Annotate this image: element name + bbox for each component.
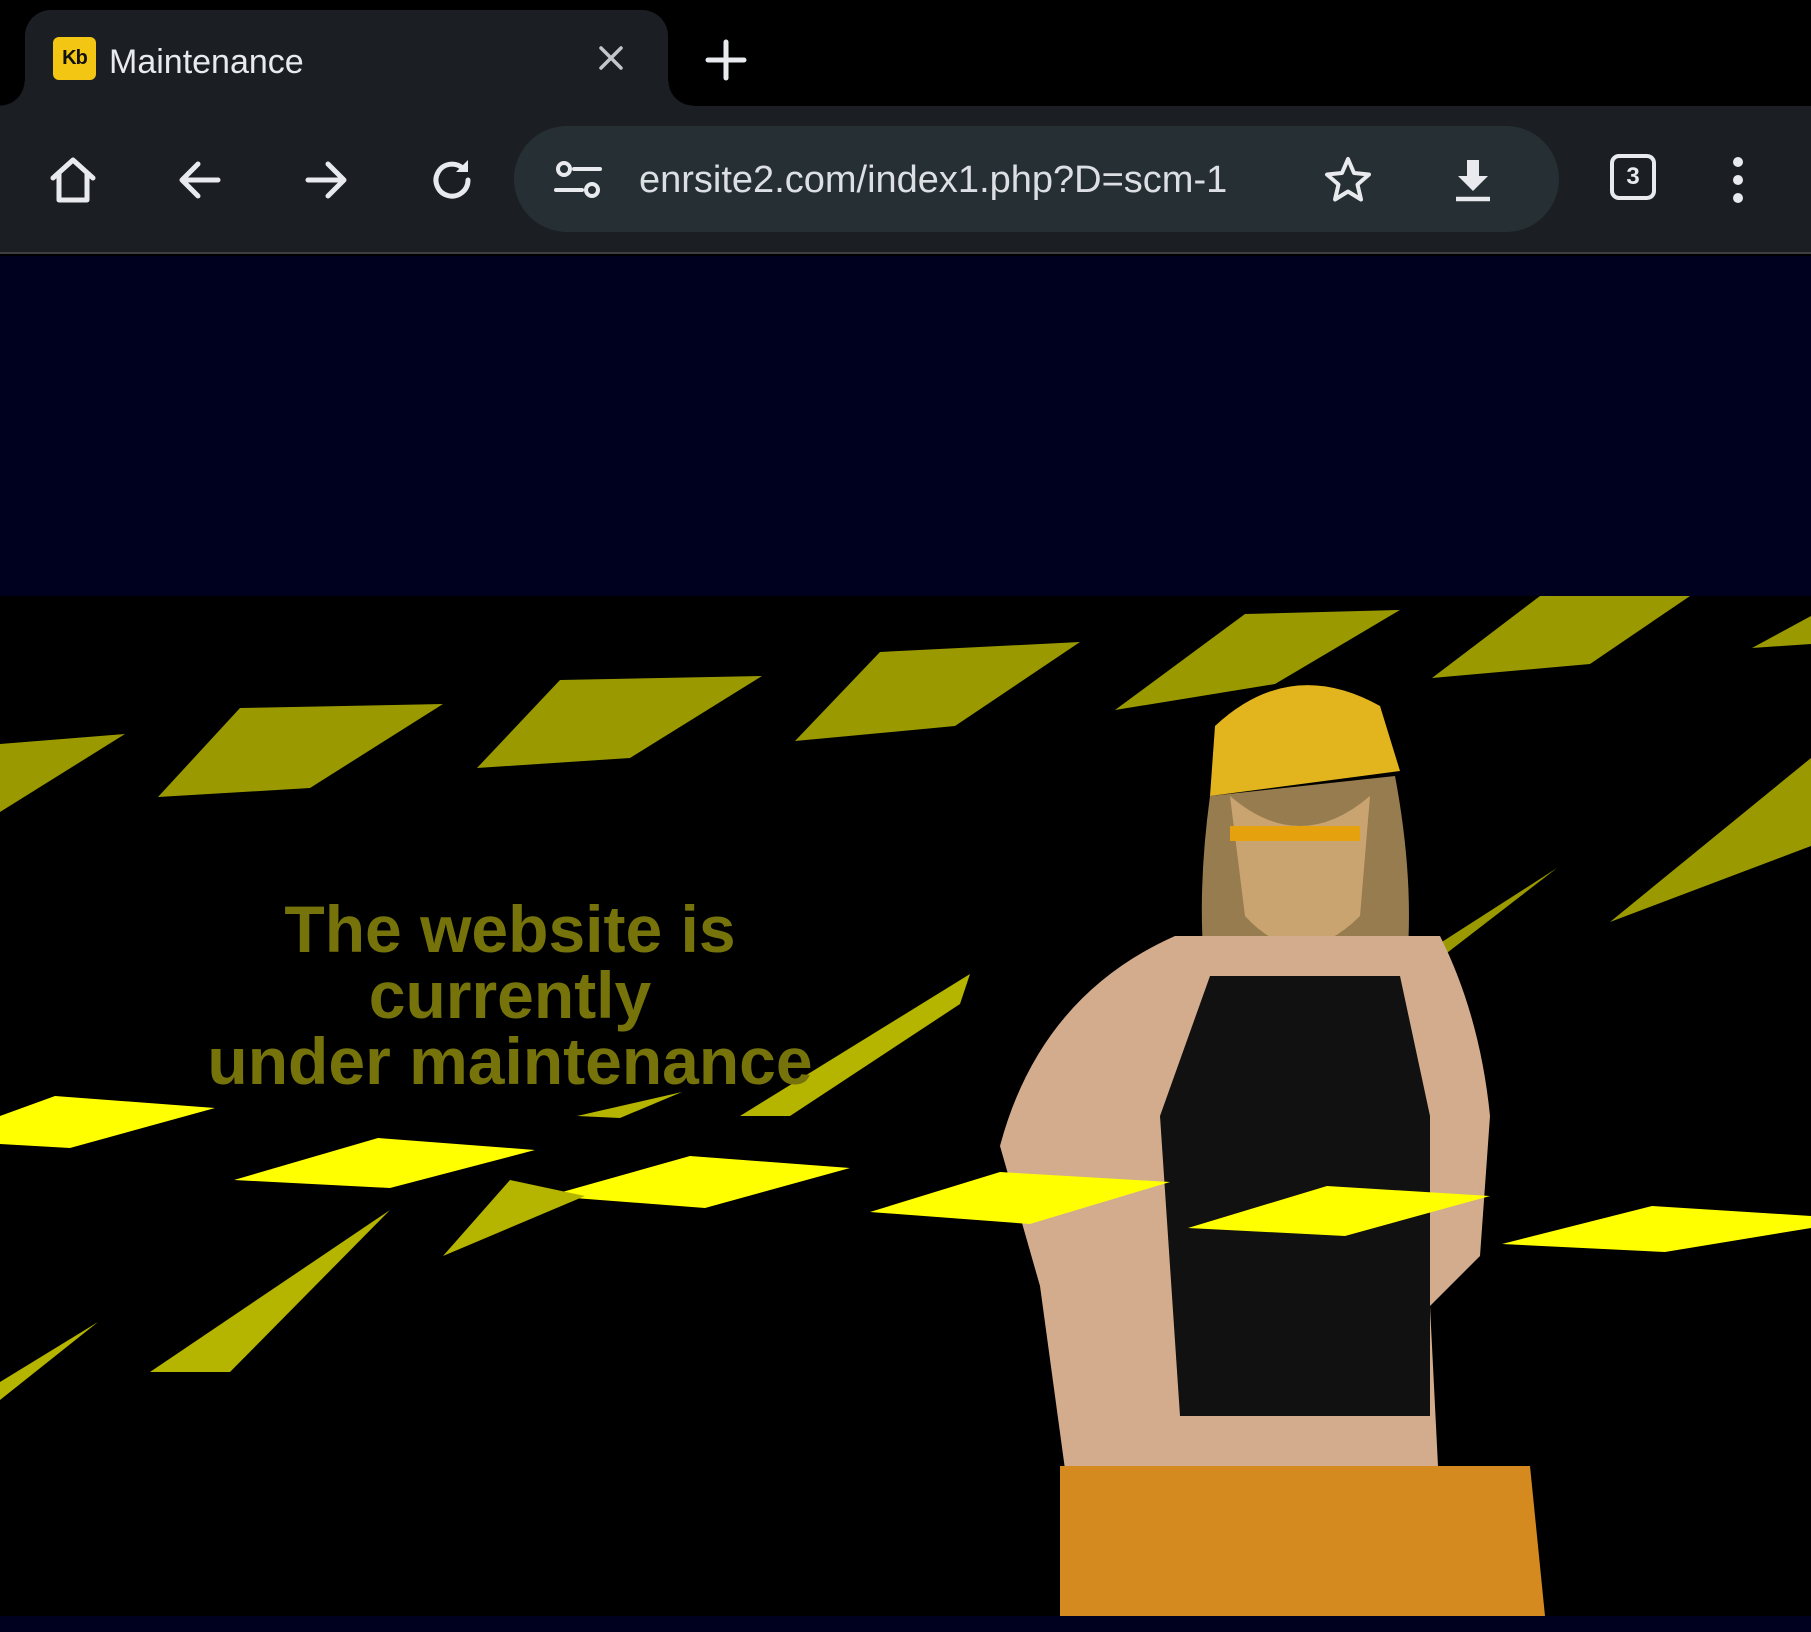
browser-toolbar: enrsite2.com/index1.php?D=scm-1 3 [0, 106, 1811, 254]
back-icon[interactable] [172, 152, 228, 208]
maintenance-line-1: The website is [284, 892, 736, 966]
home-icon[interactable] [45, 152, 101, 208]
address-bar[interactable]: enrsite2.com/index1.php?D=scm-1 [514, 126, 1559, 232]
page-header-area [0, 256, 1811, 596]
site-info-icon[interactable] [552, 159, 604, 201]
maintenance-line-2: currently [368, 958, 652, 1032]
maintenance-line-3: under maintenance [207, 1024, 813, 1098]
active-tab[interactable]: Kb Maintenance [0, 10, 693, 106]
site-favicon: Kb [53, 37, 96, 80]
caution-tape-graphic [0, 596, 1811, 1616]
page-footer-strip [0, 1616, 1811, 1632]
tab-strip: Kb Maintenance [0, 0, 1811, 106]
reload-icon[interactable] [424, 152, 480, 208]
close-icon[interactable] [591, 38, 631, 78]
worker-figure [1000, 685, 1545, 1616]
download-icon[interactable] [1447, 154, 1499, 206]
forward-icon[interactable] [298, 152, 354, 208]
new-tab-icon[interactable] [702, 36, 750, 84]
star-icon[interactable] [1322, 154, 1374, 206]
more-icon[interactable] [1710, 152, 1766, 208]
maintenance-message: The website is currently under maintenan… [180, 896, 840, 1094]
maintenance-banner: The website is currently under maintenan… [0, 596, 1811, 1616]
tab-title: Maintenance [109, 43, 304, 81]
url-text[interactable]: enrsite2.com/index1.php?D=scm-1 [639, 159, 1227, 202]
tab-count-button[interactable]: 3 [1610, 154, 1656, 200]
